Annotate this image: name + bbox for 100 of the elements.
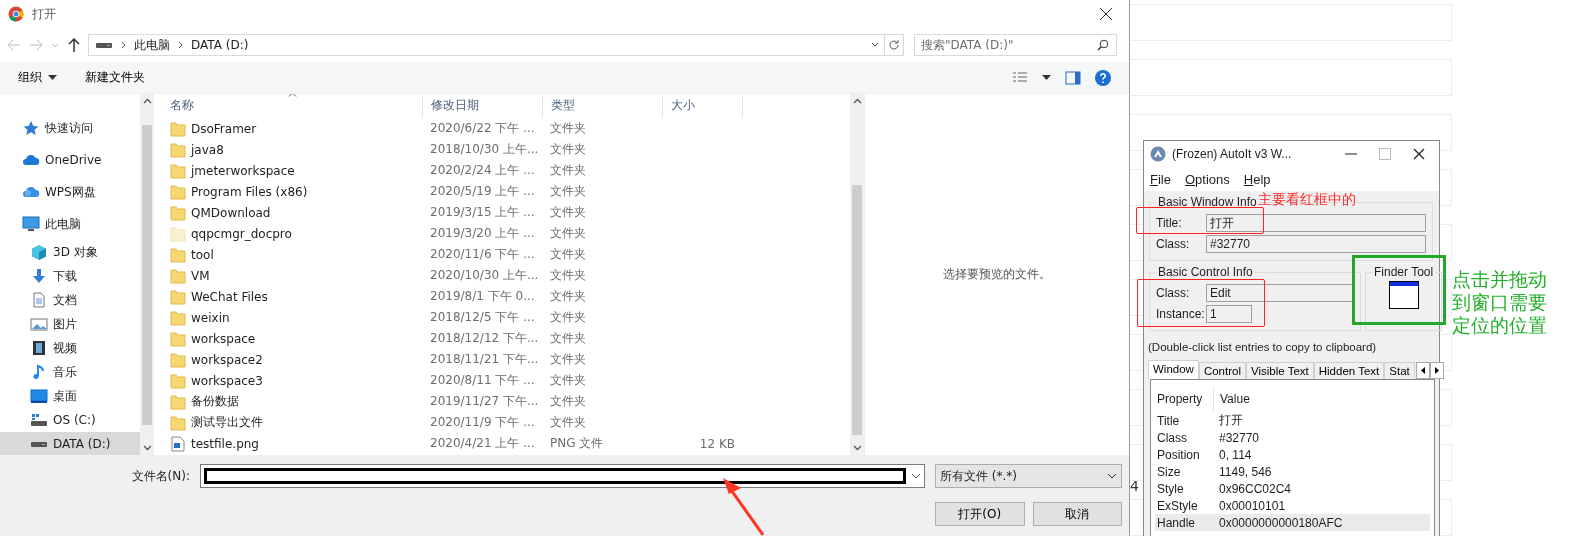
nav-item[interactable]: WPS网盘: [0, 176, 140, 208]
column-header[interactable]: 修改日期: [423, 96, 543, 118]
file-name[interactable]: QMDownload: [162, 204, 423, 221]
nav-item[interactable]: 图片: [0, 312, 140, 336]
table-cell-text: 文件夹: [549, 309, 587, 326]
value-field[interactable]: 1: [1206, 305, 1252, 323]
file-name[interactable]: workspace2: [162, 351, 423, 368]
table-cell-text: 文件夹: [549, 393, 587, 410]
property-row[interactable]: Class #32770: [1155, 429, 1430, 446]
preview-pane-icon[interactable]: [1065, 70, 1081, 85]
caret-icon[interactable]: [48, 74, 57, 81]
tab[interactable]: Control: [1198, 362, 1246, 379]
file-name[interactable]: 备份数据: [162, 393, 423, 410]
column-header[interactable]: 类型: [543, 96, 663, 118]
file-name[interactable]: 测试导出文件: [162, 414, 423, 431]
file-name[interactable]: jmeterworkspace: [162, 162, 423, 179]
tab[interactable]: Hidden Text: [1313, 362, 1385, 379]
caret-icon[interactable]: [1107, 473, 1117, 479]
value-field[interactable]: #32770: [1206, 235, 1426, 253]
table-cell-text: 2020/4/21 上午 ...: [429, 435, 536, 452]
property-row[interactable]: Position 0, 114: [1155, 446, 1430, 463]
browser-logo-icon: [8, 6, 24, 22]
file-name[interactable]: VM: [162, 267, 423, 284]
file-name[interactable]: Program Files (x86): [162, 183, 423, 200]
nav-item[interactable]: 视频: [0, 336, 140, 360]
scrollbar[interactable]: [850, 94, 864, 455]
caret-icon[interactable]: [911, 473, 921, 479]
folder-icon: [170, 330, 186, 347]
field-label: Class:: [1156, 286, 1191, 300]
folder-icon: [170, 246, 186, 263]
file-name[interactable]: DsoFramer: [162, 120, 423, 137]
toolbar-button[interactable]: 新建文件夹: [85, 67, 145, 88]
breadcrumb-item[interactable]: DATA (D:): [191, 38, 249, 52]
dialog-button[interactable]: 取消: [1032, 502, 1122, 526]
table-cell-text: 2018/10/30 上午...: [429, 141, 540, 158]
nav-item[interactable]: 3D 对象: [0, 240, 140, 264]
column-header[interactable]: Property: [1155, 386, 1214, 412]
file-name[interactable]: java8: [162, 141, 423, 158]
table-cell-text: 文件夹: [549, 351, 587, 368]
file-name[interactable]: testfile.png: [162, 435, 423, 452]
window-target-icon[interactable]: [1388, 281, 1419, 309]
desktop-icon: [30, 388, 48, 404]
nav-item[interactable]: 文档: [0, 288, 140, 312]
file-name[interactable]: weixin: [162, 309, 423, 326]
nav-item[interactable]: 音乐: [0, 360, 140, 384]
breadcrumb-item[interactable]: 此电脑: [134, 36, 170, 54]
star-icon: [22, 120, 40, 136]
table-cell-text: 2020/11/9 下午 ...: [429, 414, 536, 431]
nav-item[interactable]: 快速访问: [0, 112, 140, 144]
nav-item[interactable]: OneDrive: [0, 144, 140, 176]
property-row[interactable]: Size 1149, 546: [1155, 463, 1430, 480]
annotation-note: 主要看红框中的: [1258, 191, 1356, 209]
table-cell-text: 文件夹: [549, 372, 587, 389]
nav-item[interactable]: 下载: [0, 264, 140, 288]
column-header[interactable]: Value: [1214, 392, 1250, 406]
tab[interactable]: Stat: [1384, 362, 1415, 379]
search-icon[interactable]: [1097, 39, 1109, 51]
picture-icon: [30, 316, 48, 332]
file-name[interactable]: WeChat Files: [162, 288, 423, 305]
refresh-icon[interactable]: [888, 39, 900, 51]
scrollbar[interactable]: [140, 94, 154, 455]
property-row[interactable]: Handle 0x0000000000180AFC: [1155, 514, 1430, 531]
column-header[interactable]: 大小: [663, 96, 743, 118]
table-cell-text: 2018/12/5 下午 ...: [429, 309, 536, 326]
folder-icon: [170, 288, 186, 305]
nav-item[interactable]: DATA (D:): [0, 432, 140, 455]
cloud-icon: [22, 184, 40, 200]
table-cell-text: 文件夹: [549, 204, 587, 221]
nav-item[interactable]: 桌面: [0, 384, 140, 408]
file-type-dropdown[interactable]: 所有文件 (*.*): [935, 464, 1122, 488]
tab[interactable]: Window: [1148, 360, 1199, 379]
help-icon[interactable]: [1095, 69, 1111, 86]
folder-icon: [170, 162, 186, 179]
toolbar-button[interactable]: 组织: [18, 67, 57, 88]
folder-icon: [170, 183, 186, 200]
value-field[interactable]: Edit: [1206, 284, 1354, 302]
file-name[interactable]: qqpcmgr_docpro: [162, 225, 423, 242]
nav-item[interactable]: OS (C:): [0, 408, 140, 432]
table-cell-text: 2018/12/12 下午...: [429, 330, 540, 347]
nav-item[interactable]: 此电脑: [0, 208, 140, 240]
monitor-icon: [22, 216, 40, 232]
address-bar[interactable]: 此电脑 DATA (D:): [88, 34, 885, 56]
scroll-left-icon[interactable]: [1415, 362, 1430, 379]
value-field[interactable]: 打开: [1206, 214, 1426, 232]
dialog-button[interactable]: 打开(O): [935, 502, 1025, 526]
menu-item[interactable]: Options: [1184, 171, 1230, 187]
tab[interactable]: Visible Text: [1246, 362, 1314, 379]
file-name[interactable]: workspace3: [162, 372, 423, 389]
search-field[interactable]: 搜索"DATA (D:)": [914, 34, 1117, 56]
property-row[interactable]: ExStyle 0x00010101: [1155, 497, 1430, 514]
file-name[interactable]: tool: [162, 246, 423, 263]
column-header[interactable]: 名称: [162, 96, 423, 118]
property-row[interactable]: Title 打开: [1155, 412, 1430, 429]
caret-icon[interactable]: [1042, 74, 1051, 81]
menu-item[interactable]: File: [1150, 171, 1171, 187]
table-cell-text: 2019/11/27 下午...: [429, 393, 540, 410]
menu-item[interactable]: Help: [1243, 171, 1271, 187]
up-arrow-icon[interactable]: [66, 37, 82, 53]
property-row[interactable]: Style 0x96CC02C4: [1155, 480, 1430, 497]
file-name[interactable]: workspace: [162, 330, 423, 347]
